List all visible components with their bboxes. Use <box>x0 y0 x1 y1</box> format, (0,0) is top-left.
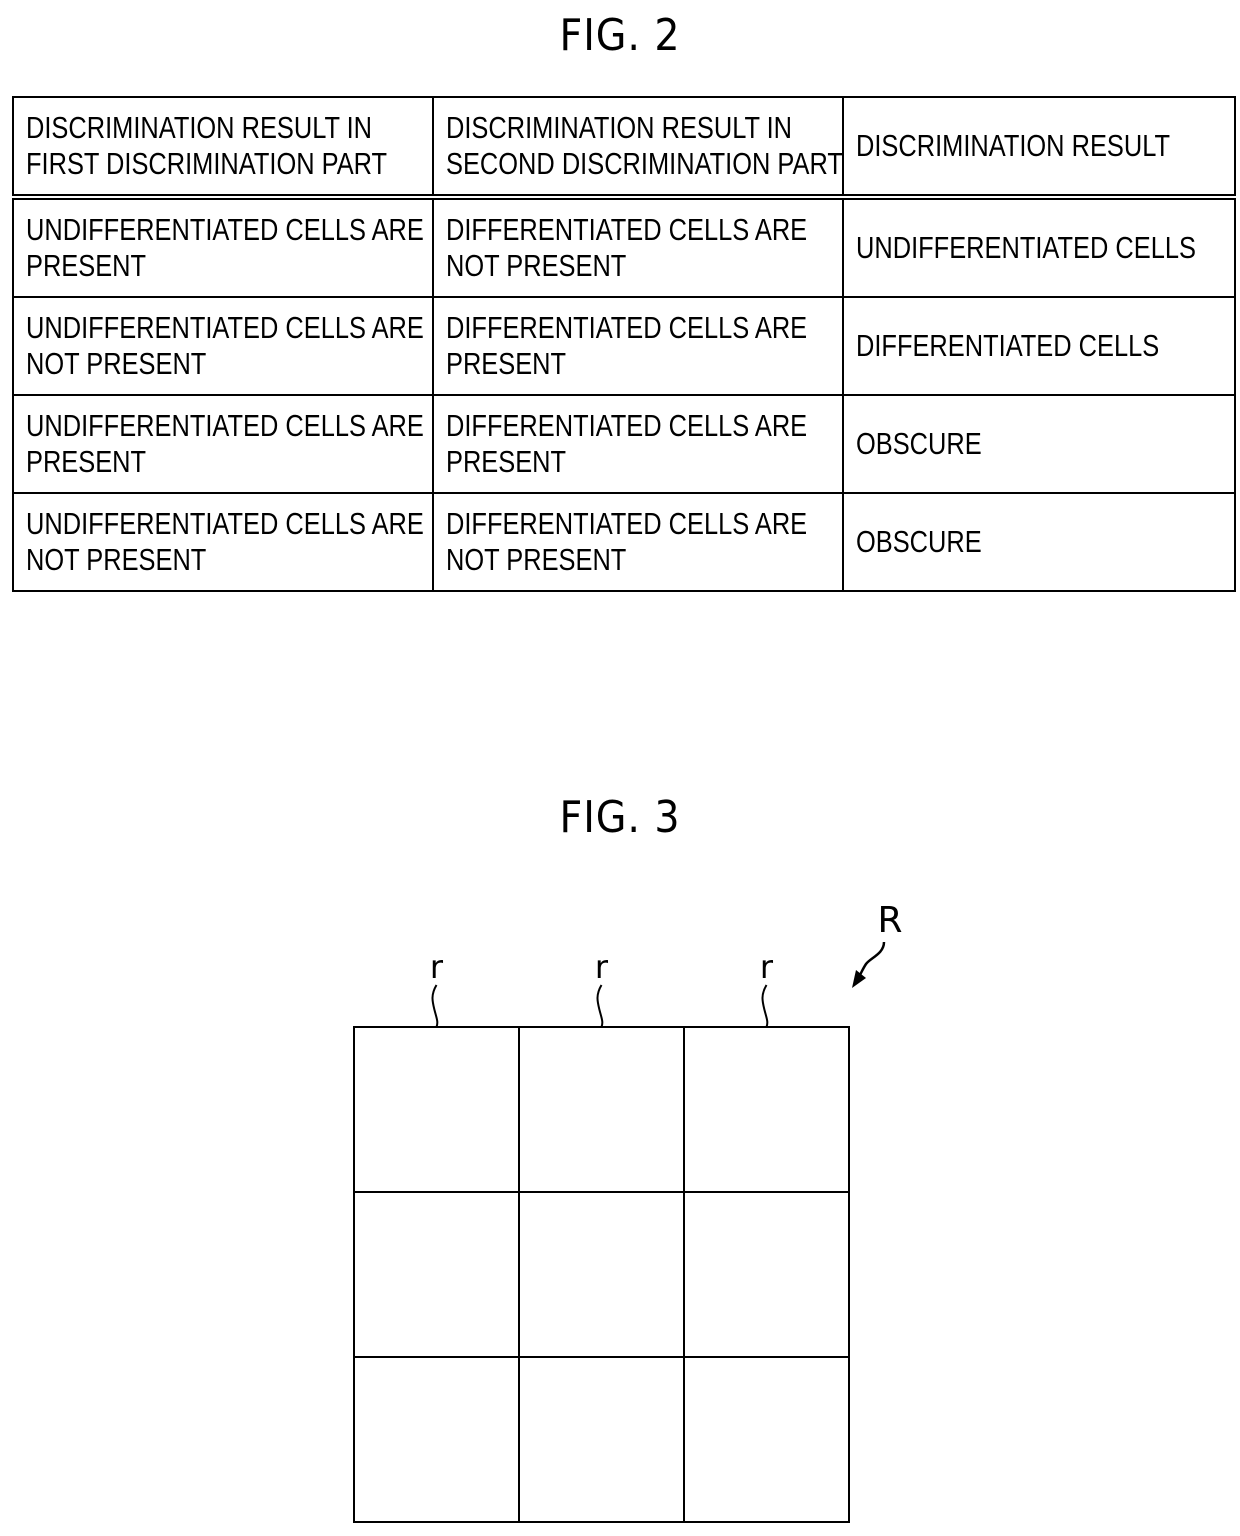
subregion-cell <box>353 1026 520 1193</box>
header-first-discrimination: DISCRIMINATION RESULT IN FIRST DISCRIMIN… <box>12 96 434 200</box>
second-result-cell: DIFFERENTIATED CELLS ARE PRESENT <box>432 394 844 494</box>
subregion-cell <box>518 1356 685 1523</box>
cell-text-line: DIFFERENTIATED CELLS ARE <box>446 408 808 443</box>
second-result-cell: DIFFERENTIATED CELLS ARE NOT PRESENT <box>432 492 844 592</box>
cell-text-line: UNDIFFERENTIATED CELLS ARE <box>26 212 424 247</box>
cell-text-line: OBSCURE <box>856 426 982 461</box>
subregion-label: r <box>430 948 444 986</box>
cell-text-line: UNDIFFERENTIATED CELLS ARE <box>26 310 424 345</box>
cell-text-line: PRESENT <box>446 346 567 381</box>
final-result-cell: OBSCURE <box>842 492 1236 592</box>
cell-text-line: UNDIFFERENTIATED CELLS ARE <box>26 506 424 541</box>
subregion-leader-line <box>596 984 604 1028</box>
header-second-discrimination: DISCRIMINATION RESULT IN SECOND DISCRIMI… <box>432 96 844 200</box>
subregion-cell <box>683 1026 850 1193</box>
cell-text-line: PRESENT <box>446 444 567 479</box>
cell-text-line: UNDIFFERENTIATED CELLS ARE <box>26 408 424 443</box>
table-row: UNDIFFERENTIATED CELLS ARE NOT PRESENT D… <box>12 296 1236 396</box>
subregion-leaders: rrr <box>430 948 774 1028</box>
final-result-cell: UNDIFFERENTIATED CELLS <box>842 196 1236 298</box>
cell-text-line: NOT PRESENT <box>26 346 207 381</box>
header-text-line: SECOND DISCRIMINATION PART <box>446 146 843 181</box>
header-discrimination-result: DISCRIMINATION RESULT <box>842 96 1236 200</box>
header-text-line: DISCRIMINATION RESULT <box>856 128 1171 163</box>
discrimination-table: DISCRIMINATION RESULT IN FIRST DISCRIMIN… <box>12 96 1236 592</box>
first-result-cell: UNDIFFERENTIATED CELLS ARE NOT PRESENT <box>12 492 434 592</box>
second-result-cell: DIFFERENTIATED CELLS ARE PRESENT <box>432 296 844 396</box>
cell-text-line: PRESENT <box>26 444 147 479</box>
region-label: R <box>877 900 902 941</box>
subregion-cell <box>353 1356 520 1523</box>
subregion-leader-line <box>761 984 769 1028</box>
final-result-cell: DIFFERENTIATED CELLS <box>842 296 1236 396</box>
cell-text-line: NOT PRESENT <box>446 248 627 283</box>
first-result-cell: UNDIFFERENTIATED CELLS ARE NOT PRESENT <box>12 296 434 396</box>
cell-text-line: UNDIFFERENTIATED CELLS <box>856 230 1196 265</box>
cell-text-line: DIFFERENTIATED CELLS ARE <box>446 506 808 541</box>
table-row: UNDIFFERENTIATED CELLS ARE PRESENT DIFFE… <box>12 196 1236 298</box>
subregion-cell <box>518 1191 685 1358</box>
header-text-line: DISCRIMINATION RESULT IN <box>446 110 793 145</box>
cell-text-line: NOT PRESENT <box>446 542 627 577</box>
cell-text-line: DIFFERENTIATED CELLS ARE <box>446 212 808 247</box>
cell-text-line: PRESENT <box>26 248 147 283</box>
header-text-line: FIRST DISCRIMINATION PART <box>26 146 388 181</box>
second-result-cell: DIFFERENTIATED CELLS ARE NOT PRESENT <box>432 196 844 298</box>
first-result-cell: UNDIFFERENTIATED CELLS ARE PRESENT <box>12 196 434 298</box>
cell-text-line: DIFFERENTIATED CELLS ARE <box>446 310 808 345</box>
subregion-leader-line <box>431 984 439 1028</box>
subregion-cell <box>353 1191 520 1358</box>
cell-text-line: NOT PRESENT <box>26 542 207 577</box>
final-result-cell: OBSCURE <box>842 394 1236 494</box>
region-grid-diagram: r r r R <box>353 900 903 1523</box>
subregion-label: r <box>760 948 774 986</box>
region-grid <box>353 1026 850 1523</box>
cell-text-line: OBSCURE <box>856 524 982 559</box>
first-result-cell: UNDIFFERENTIATED CELLS ARE PRESENT <box>12 394 434 494</box>
table-header-row: DISCRIMINATION RESULT IN FIRST DISCRIMIN… <box>12 96 1236 200</box>
figure-2-title: FIG. 2 <box>559 10 681 61</box>
subregion-cell <box>683 1191 850 1358</box>
table-row: UNDIFFERENTIATED CELLS ARE NOT PRESENT D… <box>12 492 1236 592</box>
arrowhead-icon <box>852 970 866 988</box>
subregion-cell <box>518 1026 685 1193</box>
figure-3-title: FIG. 3 <box>559 792 681 843</box>
subregion-cell <box>683 1356 850 1523</box>
header-text-line: DISCRIMINATION RESULT IN <box>26 110 373 145</box>
cell-text-line: DIFFERENTIATED CELLS <box>856 328 1160 363</box>
table-row: UNDIFFERENTIATED CELLS ARE PRESENT DIFFE… <box>12 394 1236 494</box>
subregion-label: r <box>595 948 609 986</box>
